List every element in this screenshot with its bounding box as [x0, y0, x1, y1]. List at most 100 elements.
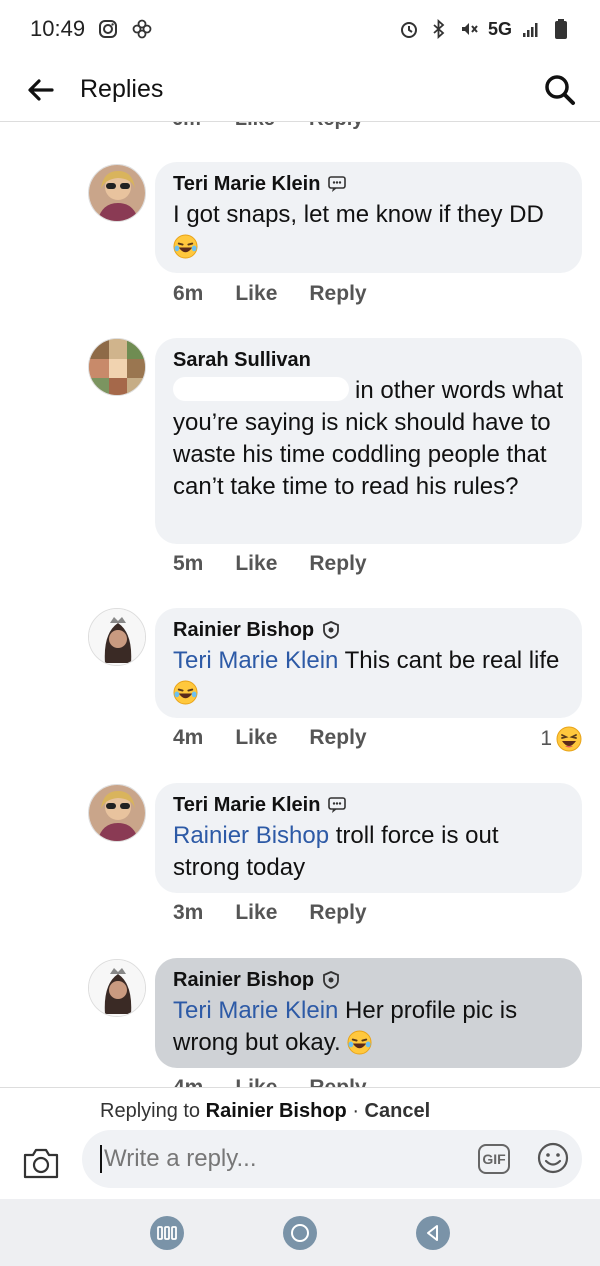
comment-time: 6m [173, 282, 204, 305]
recent-apps-button[interactable] [149, 1215, 184, 1250]
comment-bubble[interactable]: Teri Marie Klein I got snaps, let me kno… [155, 162, 582, 273]
comment-time: 5m [173, 552, 204, 575]
comment-meta: 6m Like Reply [173, 282, 367, 306]
pinwheel-icon [131, 18, 153, 40]
comment-time: 4m [173, 726, 204, 749]
comment-time: 3m [173, 901, 204, 924]
comment-meta: 4m Like Reply [173, 726, 367, 750]
comment-author[interactable]: Sarah Sullivan [173, 348, 311, 372]
mute-icon [458, 18, 480, 40]
comment-text: Teri Marie Klein Her profile pic is wron… [173, 995, 564, 1059]
reply-link[interactable]: Reply [309, 1076, 366, 1087]
avatar[interactable] [88, 959, 146, 1017]
cut-off-meta: 6m Like Reply [172, 122, 363, 131]
system-back-button[interactable] [416, 1215, 451, 1250]
comment-time: 4m [173, 1076, 203, 1087]
avatar[interactable] [88, 608, 146, 666]
back-button[interactable] [0, 58, 80, 122]
reply-input[interactable]: Write a reply... GIF [82, 1130, 582, 1188]
comment-meta: 3m Like Reply [173, 901, 367, 925]
system-nav-bar [0, 1199, 600, 1266]
laughing-emoji-icon [173, 234, 198, 259]
instagram-icon [97, 18, 119, 40]
camera-button[interactable] [20, 1142, 62, 1184]
comment-text: I got snaps, let me know if they DD [173, 199, 564, 263]
bluetooth-icon [428, 18, 450, 40]
avatar[interactable] [88, 784, 146, 842]
comment-bubble[interactable]: Sarah Sullivan in other words what you’r… [155, 338, 582, 544]
avatar[interactable] [88, 164, 146, 222]
status-bar: 10:49 5G [0, 0, 600, 58]
recent-apps-icon [156, 1225, 177, 1240]
signal-icon [520, 18, 542, 40]
laughing-emoji-icon [347, 1030, 372, 1055]
comment-author[interactable]: Teri Marie Klein [173, 172, 320, 196]
comment-meta: 5m Like Reply [173, 552, 367, 576]
comment-text: Rainier Bishop troll force is out strong… [173, 820, 564, 884]
reaction-summary[interactable]: 1 [540, 726, 582, 752]
comment-author[interactable]: Teri Marie Klein [173, 793, 320, 817]
replying-name: Rainier Bishop [205, 1100, 347, 1122]
comment-item: Sarah Sullivan in other words what you’r… [88, 338, 582, 588]
cancel-reply-button[interactable]: Cancel [365, 1100, 431, 1122]
status-time: 10:49 [30, 16, 86, 41]
replying-to-label: Replying to Rainier Bishop · Cancel [100, 1100, 430, 1123]
like-link[interactable]: Like [235, 282, 277, 306]
comment-text: in other words what you’re saying is nic… [173, 375, 564, 503]
comment-bubble[interactable]: Rainier Bishop Teri Marie Klein This can… [155, 608, 582, 718]
emoji-button[interactable] [536, 1141, 570, 1175]
camera-icon [23, 1148, 59, 1179]
app-header: Replies [0, 58, 600, 122]
home-button[interactable] [282, 1215, 317, 1250]
text-caret [100, 1145, 102, 1173]
reaction-count: 1 [540, 727, 552, 750]
mention-link[interactable]: Rainier Bishop [173, 822, 329, 849]
comment-text: Teri Marie Klein This cant be real life [173, 645, 564, 709]
comment-item: Rainier Bishop Teri Marie Klein Her prof… [88, 958, 582, 1087]
comment-item: Rainier Bishop Teri Marie Klein This can… [88, 608, 582, 758]
like-link[interactable]: Like [235, 726, 277, 750]
battery-icon [550, 18, 572, 40]
avatar[interactable] [88, 338, 146, 396]
comment-bubble[interactable]: Rainier Bishop Teri Marie Klein Her prof… [155, 958, 582, 1068]
comment-bubble[interactable]: Teri Marie Klein Rainier Bishop troll fo… [155, 783, 582, 893]
comment-item: Teri Marie Klein I got snaps, let me kno… [88, 162, 582, 312]
like-link[interactable]: Like [235, 122, 275, 131]
gif-button[interactable]: GIF [478, 1144, 510, 1174]
reply-link[interactable]: Reply [309, 122, 363, 131]
reply-composer: Replying to Rainier Bishop · Cancel Writ… [0, 1087, 600, 1199]
comment-text-line: I got snaps, let me know if they DD [173, 201, 544, 228]
home-icon [290, 1223, 309, 1242]
search-icon [545, 74, 575, 105]
search-button[interactable] [520, 58, 600, 122]
like-link[interactable]: Like [235, 552, 277, 576]
mention-link[interactable]: Teri Marie Klein [173, 997, 338, 1024]
shield-icon [322, 621, 340, 639]
redacted-mention [173, 377, 349, 401]
comment-author[interactable]: Rainier Bishop [173, 618, 314, 642]
shield-icon [322, 971, 340, 989]
comment-text-part: in other words [355, 377, 506, 404]
arrow-left-icon [28, 78, 54, 101]
reply-link[interactable]: Reply [309, 552, 366, 576]
reply-link[interactable]: Reply [309, 282, 366, 306]
separator: · [346, 1100, 365, 1122]
replying-prefix: Replying to [100, 1100, 201, 1122]
chat-icon [328, 796, 347, 814]
laughing-emoji-icon [173, 680, 198, 705]
back-icon [427, 1224, 439, 1241]
page-title: Replies [80, 75, 164, 103]
reply-placeholder: Write a reply... [104, 1145, 257, 1172]
comment-item: Teri Marie Klein Rainier Bishop troll fo… [88, 783, 582, 933]
replies-feed[interactable]: 6m Like Reply Teri Marie Klein I got sna… [0, 122, 600, 1087]
mention-link[interactable]: Teri Marie Klein [173, 647, 338, 674]
like-link[interactable]: Like [235, 1076, 277, 1087]
comment-time: 6m [172, 122, 201, 131]
smiley-icon [537, 1142, 569, 1174]
comment-meta: 4m Like Reply [173, 1076, 367, 1087]
like-link[interactable]: Like [235, 901, 277, 925]
chat-icon [328, 175, 347, 193]
reply-link[interactable]: Reply [309, 726, 366, 750]
reply-link[interactable]: Reply [309, 901, 366, 925]
comment-author[interactable]: Rainier Bishop [173, 968, 314, 992]
